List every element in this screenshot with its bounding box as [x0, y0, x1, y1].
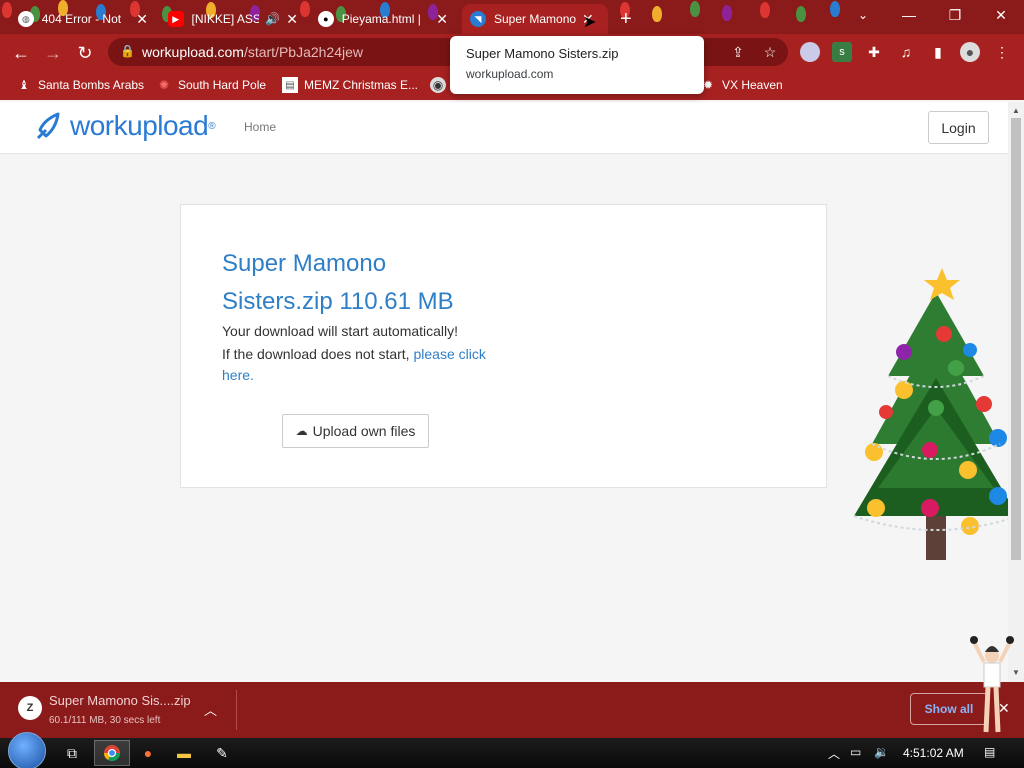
extensions-puzzle-icon[interactable]: ✚	[864, 42, 884, 62]
upload-button-label: Upload own files	[312, 423, 416, 439]
chrome-logo-icon	[103, 745, 121, 762]
youtube-icon: ▶	[168, 11, 184, 27]
rocket-logo-icon	[36, 112, 60, 140]
start-button[interactable]	[8, 732, 46, 768]
back-icon[interactable]: ←	[8, 40, 34, 66]
download-progress: 60.1/111 MB, 30 secs left	[49, 715, 161, 726]
mouse-cursor-icon: ➤	[583, 14, 597, 31]
bookmark-south-hard-pole[interactable]: ✺ South Hard Pole	[156, 76, 266, 94]
bookmark-star-icon[interactable]: ☆	[760, 42, 780, 62]
upload-own-files-button[interactable]: ☁ Upload own files	[282, 414, 429, 448]
login-button[interactable]: Login	[928, 111, 989, 144]
volume-icon[interactable]: 🔉	[874, 745, 889, 759]
tab-strip: ◍ 404 Error - Not ✕ ▶ [NIKKE] ASS 🔊 ✕ ● …	[0, 0, 1024, 34]
reload-icon[interactable]: ↻	[72, 40, 98, 66]
site-header: workupload ® Home Login	[0, 102, 1008, 154]
bookmark-memz[interactable]: ▤ MEMZ Christmas E...	[282, 76, 418, 94]
download-filename[interactable]: Super Mamono Sis....zip	[49, 693, 191, 708]
extension-flag-icon[interactable]	[800, 42, 820, 62]
cloud-upload-icon: ☁	[295, 424, 308, 438]
close-window-button[interactable]: ✕	[978, 0, 1024, 30]
panda-icon: ●	[318, 11, 334, 27]
forward-icon[interactable]: →	[40, 40, 66, 66]
taskbar-clock[interactable]: 4:51:02 AM	[903, 746, 964, 760]
lock-icon[interactable]: 🔒	[120, 44, 135, 58]
url-host: workupload.com	[142, 44, 244, 60]
share-icon[interactable]: ⇪	[728, 42, 748, 62]
scroll-up-icon[interactable]: ▲	[1012, 106, 1020, 115]
speaker-icon[interactable]: 🔊	[265, 12, 280, 26]
tab-hover-card: Super Mamono Sisters.zip workupload.com	[450, 36, 704, 94]
windows-taskbar: ⧉ ● ▬ ✎ ︿ ▭ 🔉 4:51:02 AM ▤	[0, 732, 1024, 768]
close-tab-icon[interactable]: ✕	[286, 11, 298, 28]
raccoon-icon: ◉	[430, 77, 446, 93]
site-logo[interactable]: workupload ®	[34, 110, 216, 142]
snowflake-icon: ✺	[158, 78, 170, 92]
minimize-button[interactable]: —	[886, 0, 932, 30]
file-title: Super Mamono Sisters.zip 110.61 MB	[222, 250, 454, 315]
nav-home-link[interactable]: Home	[244, 120, 276, 134]
close-tab-icon[interactable]: ✕	[136, 11, 148, 28]
globe-icon: ◍	[18, 11, 34, 27]
url-path: /start/PbJa2h24jew	[243, 44, 364, 60]
network-icon[interactable]: ▭	[850, 745, 861, 759]
file-explorer-icon[interactable]: ▬	[166, 740, 202, 766]
shelf-divider	[236, 690, 237, 730]
side-panel-icon[interactable]: ▮	[928, 42, 948, 62]
auto-download-note: Your download will start automatically!	[222, 323, 459, 339]
chrome-taskbar-icon[interactable]	[94, 740, 130, 766]
dancing-character-overlay	[970, 636, 1014, 733]
tab-title: [NIKKE] ASS	[191, 12, 260, 26]
new-tab-button[interactable]: +	[612, 4, 642, 34]
page-viewport: workupload ® Home Login Super Mamono Sist…	[0, 102, 1024, 682]
restore-button[interactable]: ❐	[932, 0, 978, 30]
hover-card-title: Super Mamono Sisters.zip	[466, 46, 619, 61]
bookmark-vx-heaven[interactable]: ✹ VX Heaven	[700, 76, 783, 94]
page-scrollbar[interactable]: ▲ ▼	[1008, 102, 1024, 682]
bookmark-label: VX Heaven	[722, 78, 783, 92]
bookmark-label: Santa Bombs Arabs	[38, 78, 145, 92]
download-card: Super Mamono Sisters.zip 110.61 MB Your …	[180, 204, 827, 488]
tab-search-icon[interactable]: ⌄	[840, 0, 886, 30]
paint-taskbar-icon[interactable]: ✎	[204, 740, 240, 766]
manual-download-prefix: If the download does not start,	[222, 346, 414, 362]
manual-download-note: If the download does not start, please c…	[222, 344, 512, 386]
firefox-taskbar-icon[interactable]: ●	[130, 740, 166, 766]
document-icon: ▤	[282, 77, 298, 93]
media-control-icon[interactable]: ♫	[896, 42, 916, 62]
extension-s-icon[interactable]: s	[832, 42, 852, 62]
bookmark-santa-bombs[interactable]: ♝ Santa Bombs Arabs	[16, 76, 144, 94]
close-tab-icon[interactable]: ✕	[436, 11, 448, 28]
hover-card-host: workupload.com	[466, 67, 554, 81]
tab-title: 404 Error - Not	[41, 12, 122, 26]
bookmark-raccoon[interactable]: ◉	[430, 76, 452, 94]
bookmark-label: South Hard Pole	[178, 78, 267, 92]
scrollbar-thumb[interactable]	[1011, 118, 1021, 560]
tab-title: Super Mamono	[494, 12, 576, 26]
menu-kebab-icon[interactable]: ⋮	[992, 42, 1012, 62]
logo-wordmark: workupload	[70, 110, 209, 141]
registered-mark: ®	[208, 120, 216, 132]
tab-pieyama[interactable]: ● Pieyama.html | ✕	[310, 4, 456, 34]
chevron-up-icon[interactable]: ︿	[204, 700, 217, 719]
tray-overflow-icon[interactable]: ︿	[828, 745, 840, 762]
bookmark-label: MEMZ Christmas E...	[304, 78, 419, 92]
zip-archive-icon[interactable]: Z	[18, 696, 42, 720]
profile-avatar-icon[interactable]: ●	[960, 42, 980, 62]
tab-404-error[interactable]: ◍ 404 Error - Not ✕	[10, 4, 156, 34]
christmas-tree-decoration	[853, 268, 1019, 560]
workupload-icon: ◥	[470, 11, 486, 27]
santa-icon: ♝	[18, 78, 30, 92]
tab-nikke[interactable]: ▶ [NIKKE] ASS 🔊 ✕	[160, 4, 306, 34]
action-center-icon[interactable]: ▤	[984, 745, 995, 759]
tab-title: Pieyama.html |	[341, 12, 421, 26]
task-view-icon[interactable]: ⧉	[54, 740, 90, 766]
download-shelf: Z Super Mamono Sis....zip 60.1/111 MB, 3…	[0, 682, 1024, 738]
